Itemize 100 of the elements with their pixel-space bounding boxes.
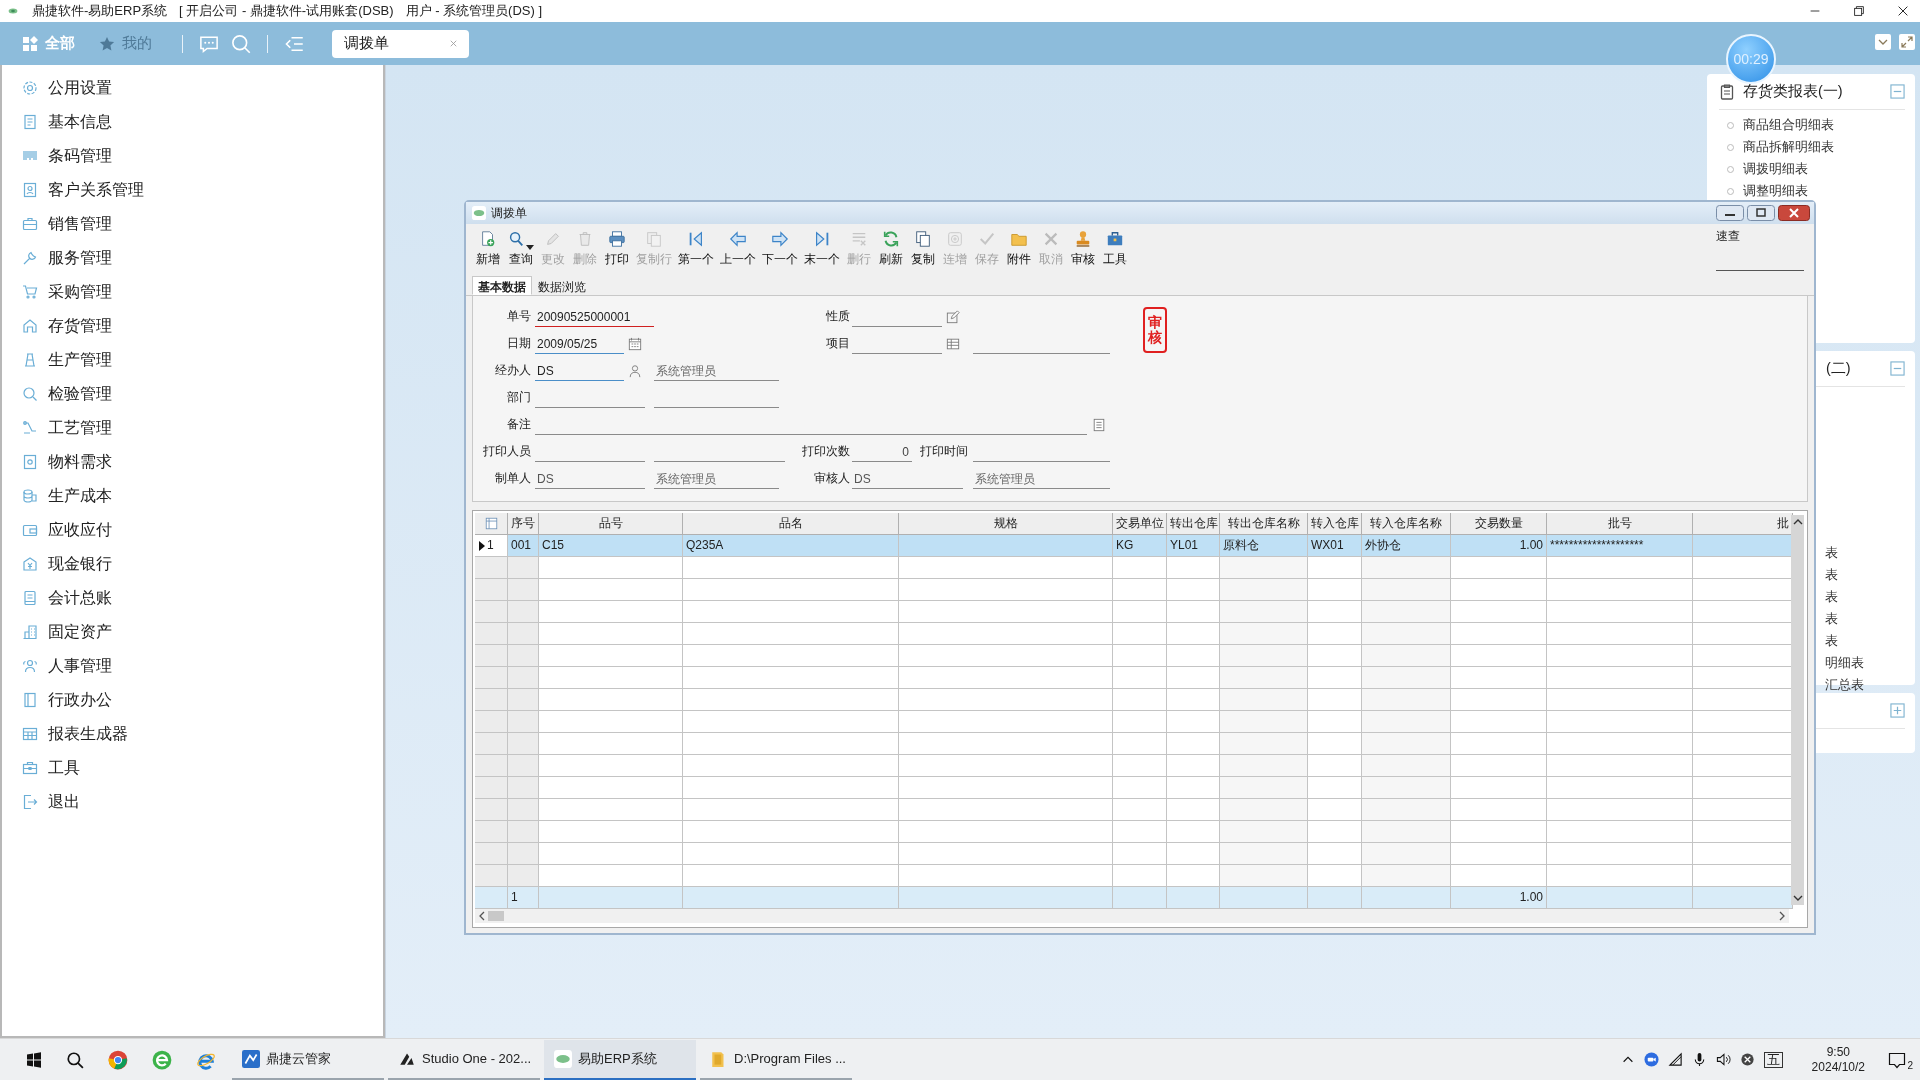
taskbar-button[interactable]: Studio One - 202...: [388, 1039, 540, 1080]
calendar-icon[interactable]: [627, 336, 642, 351]
taskbar-button[interactable]: D:\Program Files ...: [700, 1039, 852, 1080]
toolbar-button[interactable]: 查询: [504, 228, 537, 268]
text-field[interactable]: 2009/05/25: [535, 336, 624, 354]
toolbar-button[interactable]: 附件: [1003, 228, 1035, 268]
page-tab[interactable]: 调拨单: [332, 29, 469, 58]
column-header[interactable]: 交易数量: [1451, 513, 1547, 535]
text-field[interactable]: DS: [535, 363, 624, 381]
sidebar-item[interactable]: 检验管理: [2, 377, 383, 411]
sidebar-item[interactable]: 公用设置: [2, 71, 383, 105]
form-tab[interactable]: 数据浏览: [532, 276, 592, 295]
sidebar-item[interactable]: 物料需求: [2, 445, 383, 479]
search-icon[interactable]: [66, 1050, 84, 1069]
expand-icon[interactable]: [1899, 34, 1915, 50]
chevron-icon[interactable]: [1875, 34, 1891, 50]
toolbar-button[interactable]: 末一个: [801, 228, 843, 268]
sidebar-item[interactable]: 应收应付: [2, 513, 383, 547]
report-link[interactable]: 汇总表: [1817, 674, 1905, 696]
sidebar-item[interactable]: 生产管理: [2, 343, 383, 377]
report-link[interactable]: 表: [1817, 542, 1905, 564]
collapse-icon[interactable]: [1890, 84, 1905, 99]
sidebar-item[interactable]: 采购管理: [2, 275, 383, 309]
report-link[interactable]: 商品组合明细表: [1719, 114, 1905, 136]
person-icon[interactable]: [627, 363, 642, 378]
report-link[interactable]: 表: [1817, 586, 1905, 608]
column-header[interactable]: 转入仓库名称: [1362, 513, 1451, 535]
sidebar-item[interactable]: 人事管理: [2, 649, 383, 683]
speaker-icon[interactable]: [1715, 1052, 1731, 1067]
text-field[interactable]: DS: [535, 471, 645, 489]
column-header[interactable]: 转出仓库名称: [1220, 513, 1308, 535]
sidebar-item[interactable]: 现金银行: [2, 547, 383, 581]
column-header[interactable]: 批号: [1547, 513, 1693, 535]
text-field[interactable]: 系统管理员: [973, 471, 1110, 489]
toolbar-button[interactable]: 刷新: [875, 228, 907, 268]
report-link[interactable]: 调拨明细表: [1719, 158, 1905, 180]
column-header[interactable]: 规格: [899, 513, 1113, 535]
corner-header[interactable]: [475, 513, 508, 535]
taskbar-button[interactable]: 鼎捷云管家: [232, 1039, 384, 1080]
column-header[interactable]: 交易单位: [1113, 513, 1167, 535]
report-link[interactable]: 表: [1817, 608, 1905, 630]
browser-icon[interactable]: [108, 1049, 128, 1070]
sidebar-item[interactable]: 退出: [2, 785, 383, 819]
close-icon[interactable]: [1896, 4, 1910, 18]
maximize-icon[interactable]: [1747, 205, 1775, 221]
minimize-icon[interactable]: [1716, 205, 1744, 221]
input-method-indicator[interactable]: 五: [1763, 1051, 1783, 1068]
column-header[interactable]: 批: [1693, 513, 1793, 535]
column-header[interactable]: 品名: [683, 513, 899, 535]
sidebar-item[interactable]: 存货管理: [2, 309, 383, 343]
toolbar-button[interactable]: 复制: [907, 228, 939, 268]
sidebar-item[interactable]: 固定资产: [2, 615, 383, 649]
toolbar-button[interactable]: 工具: [1099, 228, 1131, 268]
sidebar-item[interactable]: 客户关系管理: [2, 173, 383, 207]
toolbar-button[interactable]: 新增: [472, 228, 504, 268]
blocked-icon[interactable]: [1739, 1052, 1755, 1067]
column-header[interactable]: 品号: [539, 513, 683, 535]
text-field[interactable]: DS: [852, 471, 963, 489]
expand-icon[interactable]: [1890, 703, 1905, 718]
table-icon[interactable]: [945, 336, 960, 351]
windows-icon[interactable]: [26, 1051, 42, 1068]
restore-icon[interactable]: [1852, 4, 1866, 18]
report-link[interactable]: 表: [1817, 564, 1905, 586]
toolbar-button[interactable]: 上一个: [717, 228, 759, 268]
sidebar-item[interactable]: 报表生成器: [2, 717, 383, 751]
sidebar-item[interactable]: 行政办公: [2, 683, 383, 717]
sidebar-item[interactable]: 会计总账: [2, 581, 383, 615]
close-icon[interactable]: [1778, 205, 1810, 221]
text-field[interactable]: 20090525000001: [535, 309, 654, 327]
horizontal-scrollbar[interactable]: [475, 909, 1789, 923]
clock-date[interactable]: 2024/10/2: [1811, 1059, 1865, 1075]
browser-icon[interactable]: [152, 1049, 172, 1070]
column-header[interactable]: 转出仓库: [1167, 513, 1220, 535]
report-link[interactable]: 表: [1817, 630, 1905, 652]
column-header[interactable]: 转入仓库: [1308, 513, 1362, 535]
sidebar-item[interactable]: 基本信息: [2, 105, 383, 139]
vertical-scrollbar[interactable]: [1791, 515, 1804, 905]
column-header[interactable]: 序号: [508, 513, 539, 535]
toolbar-button[interactable]: 第一个: [675, 228, 717, 268]
text-field[interactable]: 系统管理员: [654, 363, 779, 381]
text-field[interactable]: 0: [852, 444, 912, 462]
meeting-app-icon[interactable]: [1643, 1052, 1659, 1067]
sidebar-item[interactable]: 工具: [2, 751, 383, 785]
sidebar-item[interactable]: 生产成本: [2, 479, 383, 513]
toolbar-button[interactable]: 审核: [1067, 228, 1099, 268]
sidebar-item[interactable]: 工艺管理: [2, 411, 383, 445]
note-icon[interactable]: [1091, 417, 1106, 432]
taskbar-button[interactable]: 易助ERP系统: [544, 1039, 696, 1080]
sidebar-item[interactable]: 服务管理: [2, 241, 383, 275]
scroll-thumb[interactable]: [488, 911, 504, 921]
report-link[interactable]: 商品拆解明细表: [1719, 136, 1905, 158]
edit-icon[interactable]: [945, 309, 960, 324]
wifi-icon[interactable]: [1667, 1052, 1683, 1067]
message-icon[interactable]: [199, 33, 219, 54]
toolbar-button[interactable]: 打印: [601, 228, 633, 268]
sidebar-item[interactable]: 条码管理: [2, 139, 383, 173]
clock-time[interactable]: 9:50: [1826, 1044, 1850, 1060]
sidebar-item[interactable]: 销售管理: [2, 207, 383, 241]
collapse-icon[interactable]: [1890, 361, 1905, 376]
report-link[interactable]: 明细表: [1817, 652, 1905, 674]
